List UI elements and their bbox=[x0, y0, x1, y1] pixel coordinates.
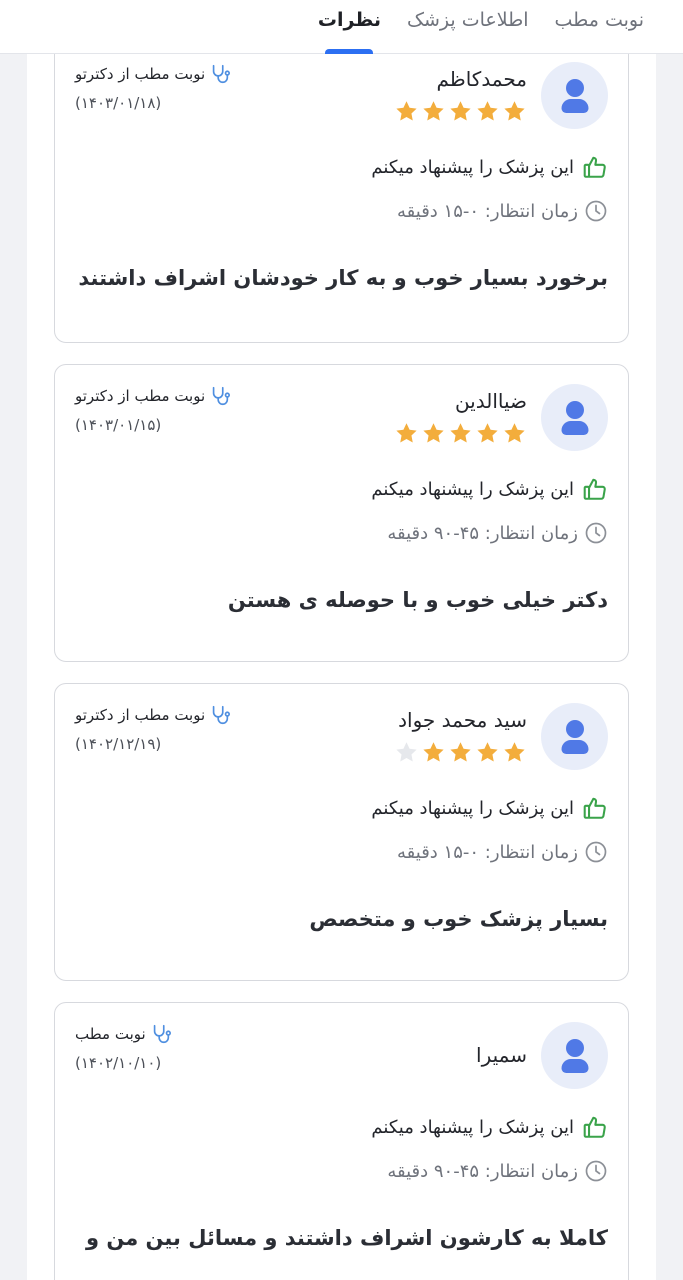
review-comment: کاملا به کارشون اشراف داشتند و مسائل بین… bbox=[85, 1226, 608, 1250]
wait-time-text: زمان انتظار: ۰-۱۵ دقیقه bbox=[397, 841, 578, 863]
tab-label: اطلاعات پزشک bbox=[406, 8, 529, 31]
rating-stars bbox=[394, 740, 527, 765]
thumbs-up-icon bbox=[583, 797, 606, 819]
user-avatar-icon bbox=[541, 703, 608, 770]
clock-icon bbox=[585, 1160, 607, 1182]
recommend-text: این پزشک را پیشنهاد میکنم bbox=[371, 1116, 574, 1138]
clock-icon bbox=[585, 841, 607, 863]
star-icon bbox=[396, 742, 417, 762]
thumbs-up-icon bbox=[583, 156, 606, 178]
appointment-source: نوبت مطب از دکترتو bbox=[75, 704, 231, 726]
appointment-source: نوبت مطب از دکترتو bbox=[75, 385, 231, 407]
appointment-source: نوبت مطب از دکترتو bbox=[75, 63, 231, 85]
thumbs-up-icon bbox=[583, 1116, 606, 1138]
star-icon bbox=[504, 742, 525, 762]
tab-office-appointment[interactable]: نوبت مطب bbox=[541, 0, 657, 54]
review-comment: بسیار پزشک خوب و متخصص bbox=[309, 907, 608, 931]
review-card: ضیاالدین نوبت مطب از دکترتو (۱۴۰۳/۰۱/۱۵)… bbox=[54, 364, 629, 662]
tab-doctor-info[interactable]: اطلاعات پزشک bbox=[394, 0, 542, 54]
source-text: نوبت مطب از دکترتو bbox=[75, 706, 206, 724]
star-icon bbox=[477, 423, 498, 443]
review-date: (۱۴۰۳/۰۱/۱۵) bbox=[75, 416, 162, 434]
tab-label: نوبت مطب bbox=[554, 8, 644, 31]
star-icon bbox=[504, 101, 525, 121]
stethoscope-icon bbox=[212, 64, 231, 84]
recommend-row: این پزشک را پیشنهاد میکنم bbox=[371, 476, 608, 502]
star-icon bbox=[396, 423, 417, 443]
reviews-page: نوبت مطب اطلاعات پزشک نظرات محمدکاظم نوب… bbox=[0, 0, 683, 1280]
source-text: نوبت مطب از دکترتو bbox=[75, 387, 206, 405]
tab-reviews[interactable]: نظرات bbox=[305, 0, 394, 54]
wait-time-row: زمان انتظار: ۰-۱۵ دقیقه bbox=[397, 199, 608, 223]
star-icon bbox=[423, 101, 444, 121]
wait-time-text: زمان انتظار: ۰-۱۵ دقیقه bbox=[397, 200, 578, 222]
recommend-text: این پزشک را پیشنهاد میکنم bbox=[371, 478, 574, 500]
review-date: (۱۴۰۲/۱۲/۱۹) bbox=[75, 735, 162, 753]
rating-stars bbox=[394, 421, 527, 446]
clock-icon bbox=[585, 522, 607, 544]
clock-icon bbox=[585, 200, 607, 222]
stethoscope-icon bbox=[153, 1024, 171, 1044]
user-avatar-icon bbox=[541, 1022, 608, 1089]
user-avatar-icon bbox=[541, 384, 608, 451]
wait-time-text: زمان انتظار: ۴۵-۹۰ دقیقه bbox=[387, 522, 578, 544]
star-icon bbox=[396, 101, 417, 121]
review-card: محمدکاظم نوبت مطب از دکترتو (۱۴۰۳/۰۱/۱۸)… bbox=[54, 42, 629, 343]
rating-stars bbox=[394, 99, 527, 124]
recommend-text: این پزشک را پیشنهاد میکنم bbox=[371, 156, 574, 178]
wait-time-row: زمان انتظار: ۰-۱۵ دقیقه bbox=[397, 840, 608, 864]
thumbs-up-icon bbox=[583, 478, 606, 500]
review-card: سید محمد جواد نوبت مطب از دکترتو (۱۴۰۲/۱… bbox=[54, 683, 629, 981]
recommend-row: این پزشک را پیشنهاد میکنم bbox=[371, 795, 608, 821]
star-icon bbox=[477, 101, 498, 121]
review-comment: برخورد بسیار خوب و به کار خودشان اشراف د… bbox=[78, 266, 608, 290]
tab-bar: نوبت مطب اطلاعات پزشک نظرات bbox=[0, 0, 683, 54]
wait-time-row: زمان انتظار: ۴۵-۹۰ دقیقه bbox=[387, 521, 608, 545]
active-tab-indicator bbox=[325, 49, 374, 54]
wait-time-row: زمان انتظار: ۴۵-۹۰ دقیقه bbox=[387, 1159, 608, 1183]
review-card: سمیرا نوبت مطب (۱۴۰۲/۱۰/۱۰) این پزشک را … bbox=[54, 1002, 629, 1280]
review-date: (۱۴۰۲/۱۰/۱۰) bbox=[75, 1054, 162, 1072]
reviewer-name: سید محمد جواد bbox=[398, 708, 527, 732]
stethoscope-icon bbox=[212, 705, 231, 725]
wait-time-text: زمان انتظار: ۴۵-۹۰ دقیقه bbox=[387, 1160, 578, 1182]
appointment-source: نوبت مطب bbox=[75, 1023, 172, 1045]
star-icon bbox=[423, 742, 444, 762]
recommend-row: این پزشک را پیشنهاد میکنم bbox=[371, 1114, 608, 1140]
reviewer-name: ضیاالدین bbox=[454, 389, 527, 413]
user-avatar-icon bbox=[541, 62, 608, 129]
star-icon bbox=[450, 101, 471, 121]
stethoscope-icon bbox=[212, 386, 231, 406]
star-icon bbox=[450, 423, 471, 443]
source-text: نوبت مطب از دکترتو bbox=[75, 65, 206, 83]
star-icon bbox=[477, 742, 498, 762]
source-text: نوبت مطب bbox=[75, 1025, 146, 1043]
tab-label: نظرات bbox=[317, 8, 381, 31]
star-icon bbox=[423, 423, 444, 443]
reviewer-name: محمدکاظم bbox=[436, 67, 527, 91]
reviewer-name: سمیرا bbox=[476, 1043, 527, 1067]
recommend-text: این پزشک را پیشنهاد میکنم bbox=[371, 797, 574, 819]
star-icon bbox=[504, 423, 525, 443]
review-comment: دکتر خیلی خوب و با حوصله ی هستن bbox=[227, 588, 608, 612]
review-date: (۱۴۰۳/۰۱/۱۸) bbox=[75, 94, 162, 112]
star-icon bbox=[450, 742, 471, 762]
reviews-list: محمدکاظم نوبت مطب از دکترتو (۱۴۰۳/۰۱/۱۸)… bbox=[27, 42, 656, 1280]
recommend-row: این پزشک را پیشنهاد میکنم bbox=[371, 154, 608, 180]
